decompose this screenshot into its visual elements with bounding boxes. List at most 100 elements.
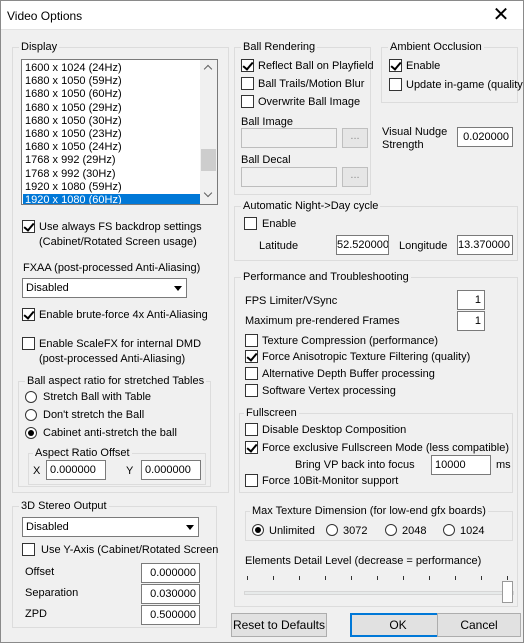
detail-level-tick: [377, 576, 378, 580]
aspect-y-label: Y: [126, 465, 134, 477]
detail-level-slider-thumb[interactable]: [502, 581, 513, 603]
visual-nudge-input[interactable]: 0.020000: [457, 127, 513, 147]
desktop-composition-checkbox[interactable]: [245, 423, 258, 436]
fps-limiter-label: FPS Limiter/VSync: [245, 295, 338, 307]
software-vertex-checkbox[interactable]: [245, 384, 258, 397]
texture-dimension-legend: Max Texture Dimension (for low-end gfx b…: [250, 504, 488, 518]
stereo-separation-input[interactable]: 0.030000: [141, 584, 200, 604]
stereo-y-axis-checkbox[interactable]: [22, 543, 35, 556]
reset-defaults-button[interactable]: Reset to Defaults: [231, 613, 327, 637]
ao-update-ingame-checkbox[interactable]: [389, 78, 402, 91]
ao-enable-label: Enable: [406, 60, 441, 72]
resolution-list-item[interactable]: 1768 x 992 (29Hz): [25, 154, 116, 167]
latitude-input[interactable]: 52.520000: [336, 235, 389, 255]
scroll-up-icon[interactable]: [200, 60, 217, 77]
title-bar: Video Options ✕: [1, 1, 523, 30]
cancel-button[interactable]: Cancel: [437, 613, 521, 637]
exclusive-fullscreen-checkbox[interactable]: [245, 441, 258, 454]
scalefx-checkbox[interactable]: [22, 337, 35, 350]
resolution-list-item[interactable]: 1680 x 1050 (59Hz): [25, 75, 122, 88]
ball-decal-browse-button: ...: [342, 167, 368, 187]
stereo-offset-input[interactable]: 0.000000: [141, 563, 200, 583]
resolution-list-item[interactable]: 1920 x 1080 (60Hz): [22, 193, 201, 204]
day-night-legend: Automatic Night->Day cycle: [241, 199, 381, 213]
ball-image-input: [241, 128, 337, 148]
resolution-list-item[interactable]: 1680 x 1050 (29Hz): [25, 102, 122, 115]
aspect-ratio-legend: Ball aspect ratio for stretched Tables: [25, 374, 207, 388]
day-night-enable-checkbox[interactable]: [244, 217, 257, 230]
stereo-zpd-input[interactable]: 0.500000: [141, 605, 200, 625]
fxaa-dropdown-value: Disabled: [26, 282, 69, 294]
visual-nudge-label-line2: Strength: [382, 139, 424, 151]
chevron-down-icon[interactable]: [169, 279, 186, 297]
resolution-list-item[interactable]: 1680 x 1050 (24Hz): [25, 141, 122, 154]
detail-level-slider-track[interactable]: [244, 591, 514, 595]
display-legend: Display: [19, 40, 60, 54]
aspect-option-antistretch-label: Cabinet anti-stretch the ball: [43, 427, 177, 439]
overwrite-ball-image-checkbox[interactable]: [241, 95, 254, 108]
resolution-list-item[interactable]: 1680 x 1050 (30Hz): [25, 115, 122, 128]
aspect-option-nostretch-radio[interactable]: [25, 409, 37, 421]
reflect-ball-checkbox[interactable]: [241, 59, 254, 72]
resolution-list-item[interactable]: 1920 x 1080 (59Hz): [25, 181, 122, 194]
aniso-filtering-checkbox[interactable]: [245, 350, 258, 363]
ball-image-label: Ball Image: [241, 116, 293, 128]
resolution-list-item[interactable]: 1680 x 1050 (60Hz): [25, 88, 122, 101]
tex-dim-1024-label: 1024: [460, 525, 485, 537]
ball-decal-label: Ball Decal: [241, 154, 291, 166]
alt-depth-buffer-checkbox[interactable]: [245, 367, 258, 380]
scroll-down-icon[interactable]: [200, 187, 217, 204]
brute-force-aa-checkbox[interactable]: [22, 308, 35, 321]
fps-limiter-input[interactable]: 1: [457, 290, 485, 310]
prerender-frames-input[interactable]: 1: [457, 311, 485, 331]
detail-level-tick: [273, 576, 274, 580]
aspect-x-input[interactable]: 0.000000: [46, 460, 106, 480]
aspect-y-input[interactable]: 0.000000: [141, 460, 201, 480]
window-title: Video Options: [7, 9, 83, 23]
focus-label: Bring VP back into focus: [295, 459, 415, 471]
latitude-label: Latitude: [259, 240, 299, 252]
resolution-list-scrollbar[interactable]: [200, 60, 217, 204]
detail-level-tick: [403, 576, 404, 580]
texture-compression-label: Texture Compression (performance): [262, 335, 439, 347]
visual-nudge-label: Visual Nudge: [382, 126, 448, 138]
aspect-option-stretch-radio[interactable]: [25, 391, 37, 403]
detail-level-tick: [455, 576, 456, 580]
tex-dim-1024-radio[interactable]: [443, 524, 455, 536]
close-icon[interactable]: ✕: [479, 1, 523, 30]
fxaa-dropdown[interactable]: Disabled: [22, 278, 187, 298]
fs-backdrop-label: Use always FS backdrop settings: [39, 221, 202, 233]
aspect-x-label: X: [33, 465, 41, 477]
ok-button[interactable]: OK: [350, 613, 446, 637]
detail-level-tick: [351, 576, 352, 580]
resolution-list-item[interactable]: 1680 x 1050 (23Hz): [25, 128, 122, 141]
ambient-occlusion-group: Ambient Occlusion: [381, 40, 518, 103]
reflect-ball-label: Reflect Ball on Playfield: [258, 60, 374, 72]
resolution-list-item[interactable]: 1600 x 1024 (24Hz): [25, 62, 122, 75]
detail-level-label: Elements Detail Level (decrease = perfor…: [245, 555, 482, 567]
texture-compression-checkbox[interactable]: [245, 334, 258, 347]
aniso-filtering-label: Force Anisotropic Texture Filtering (qua…: [262, 351, 471, 363]
aspect-option-antistretch-radio[interactable]: [25, 427, 37, 439]
tex-dim-3072-radio[interactable]: [326, 524, 338, 536]
tex-dim-unlimited-radio[interactable]: [252, 524, 264, 536]
longitude-input[interactable]: 13.370000: [457, 235, 513, 255]
stereo-mode-dropdown[interactable]: Disabled: [22, 517, 199, 537]
ball-trails-checkbox[interactable]: [241, 77, 254, 90]
stereo-y-axis-label: Use Y-Axis (Cabinet/Rotated Screen: [41, 544, 219, 556]
scroll-thumb[interactable]: [201, 149, 216, 172]
tenbit-monitor-checkbox[interactable]: [245, 474, 258, 487]
detail-level-tick: [299, 576, 300, 580]
ambient-occlusion-legend: Ambient Occlusion: [388, 40, 484, 54]
tex-dim-2048-radio[interactable]: [385, 524, 397, 536]
alt-depth-buffer-label: Alternative Depth Buffer processing: [262, 368, 435, 380]
resolution-list-item[interactable]: 1768 x 992 (30Hz): [25, 168, 116, 181]
ball-decal-input: [241, 167, 337, 187]
ao-enable-checkbox[interactable]: [389, 59, 402, 72]
ball-trails-label: Ball Trails/Motion Blur: [258, 78, 365, 90]
fs-backdrop-checkbox[interactable]: [22, 220, 35, 233]
detail-level-tick: [507, 576, 508, 580]
focus-ms-input[interactable]: 10000: [431, 455, 491, 475]
resolution-list[interactable]: 1920 x 1080 (60Hz) 1920 x 1080 (59Hz) 1768…: [21, 59, 218, 205]
chevron-down-icon[interactable]: [181, 518, 198, 536]
